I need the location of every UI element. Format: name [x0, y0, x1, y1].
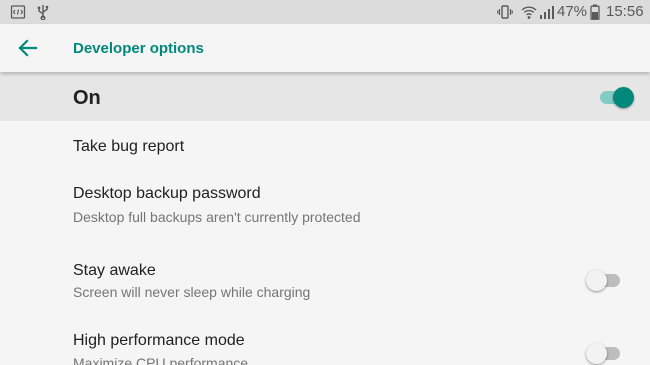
vibrate-icon — [497, 5, 513, 19]
arrow-back-icon[interactable] — [14, 36, 40, 60]
signal-icon — [540, 6, 554, 19]
setting-title: Take bug report — [73, 138, 185, 155]
setting-high-performance-mode[interactable]: High performance mode Maximize CPU perfo… — [0, 317, 650, 365]
setting-stay-awake[interactable]: Stay awake Screen will never sleep while… — [0, 243, 650, 317]
app-bar: Developer options — [0, 24, 650, 72]
setting-title: Stay awake — [73, 262, 156, 279]
setting-desktop-backup-password[interactable]: Desktop backup password Desktop full bac… — [0, 169, 650, 243]
clock: 15:56 — [606, 3, 644, 20]
stay-awake-toggle[interactable] — [586, 268, 624, 292]
high-performance-toggle[interactable] — [586, 341, 624, 365]
usb-icon — [37, 5, 49, 20]
setting-take-bug-report[interactable]: Take bug report — [0, 121, 650, 169]
toggle-thumb — [586, 343, 607, 364]
toggle-thumb — [586, 270, 607, 291]
setting-summary: Screen will never sleep while charging — [73, 284, 311, 300]
battery-percentage: 47% — [557, 3, 588, 20]
setting-summary: Maximize CPU performance — [73, 355, 249, 365]
setting-title: High performance mode — [73, 332, 245, 349]
battery-icon — [590, 4, 600, 20]
setting-summary: Desktop full backups aren't currently pr… — [73, 209, 361, 225]
master-toggle[interactable] — [596, 85, 634, 109]
setting-title: Desktop backup password — [73, 185, 261, 202]
page-title: Developer options — [73, 40, 204, 57]
debug-icon — [10, 5, 26, 19]
master-switch-row[interactable]: On — [0, 74, 650, 121]
toggle-thumb — [613, 87, 634, 108]
master-switch-label: On — [73, 87, 101, 109]
wifi-icon — [521, 6, 537, 19]
status-bar: 47% 15:56 — [0, 0, 650, 24]
